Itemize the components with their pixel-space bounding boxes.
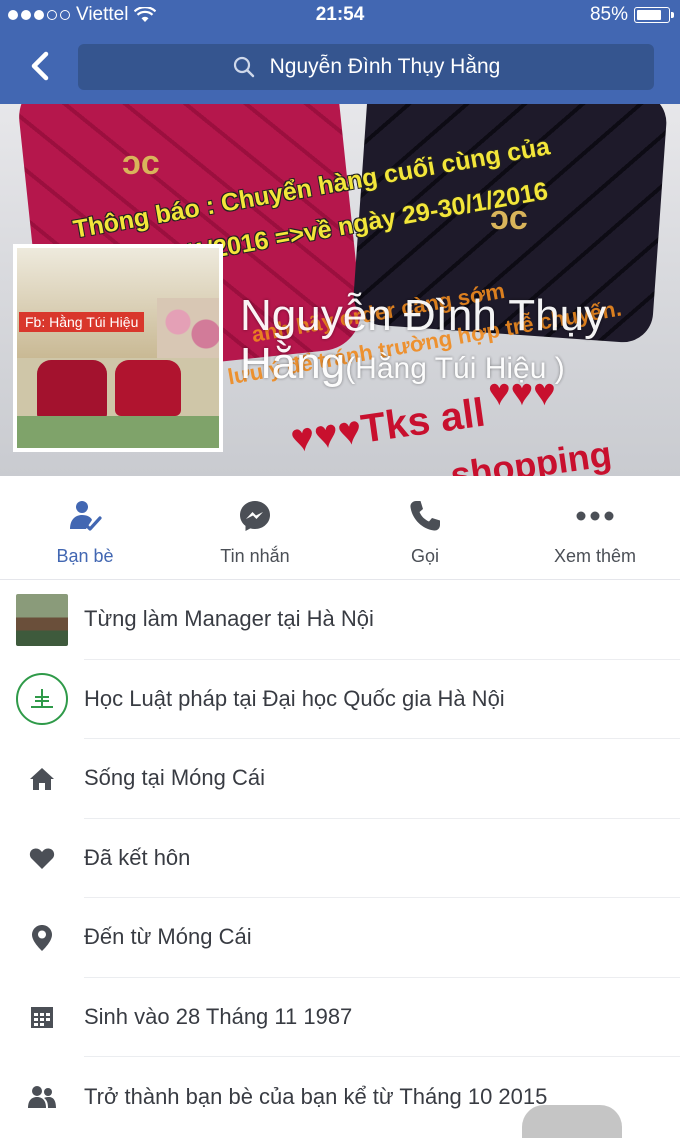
search-text: Nguyễn Đình Thụy Hằng	[269, 55, 501, 78]
location-pin-icon	[0, 924, 84, 952]
more-label: Xem thêm	[553, 546, 637, 566]
messenger-icon	[235, 496, 275, 536]
chevron-left-icon	[31, 51, 49, 81]
info-item-text: Từng làm Manager tại Hà Nội	[84, 580, 680, 660]
info-item-relationship[interactable]: Đã kết hôn	[0, 819, 680, 898]
profile-actions: Bạn bè Tin nhắn Gọi Xem thêm	[0, 476, 680, 580]
profile-picture-label: Fb: Hằng Túi Hiệu	[19, 312, 145, 332]
battery-status: 85%	[589, 4, 674, 26]
message-button[interactable]: Tin nhắn	[170, 476, 340, 579]
call-button[interactable]: Gọi	[340, 476, 510, 579]
back-button[interactable]	[20, 46, 60, 86]
info-item-birthday[interactable]: Sinh vào 28 Tháng 11 1987	[0, 978, 680, 1057]
school-logo	[16, 673, 68, 726]
info-item-text: Đến từ Móng Cái	[84, 898, 680, 978]
cover-shopping-text: shopping	[447, 432, 614, 476]
navigation-bar: Nguyễn Đình Thụy Hằng	[0, 30, 680, 104]
clock: 21:54	[315, 4, 365, 25]
message-label: Tin nhắn	[220, 546, 290, 566]
battery-icon	[634, 7, 674, 23]
info-item-lives-in[interactable]: Sống tại Móng Cái	[0, 739, 680, 819]
home-icon	[0, 766, 84, 792]
status-bar: Viettel 21:54 85%	[0, 0, 680, 30]
profile-info-list: Từng làm Manager tại Hà Nội Học Luật phá…	[0, 580, 680, 1137]
cover-thanks-text: ♥♥♥Tks all	[287, 390, 488, 462]
friends-since-icon	[0, 1085, 84, 1109]
assistive-touch-button[interactable]	[522, 1105, 622, 1138]
search-bar[interactable]: Nguyễn Đình Thụy Hằng	[78, 44, 654, 90]
info-item-text: Sống tại Móng Cái	[84, 739, 680, 819]
friends-label: Bạn bè	[56, 546, 114, 566]
phone-icon	[405, 496, 445, 536]
heart-icon	[0, 846, 84, 870]
call-label: Gọi	[410, 546, 439, 566]
profile-name-line-1: Nguyễn Đình Thụy	[240, 291, 607, 340]
info-item-education[interactable]: Học Luật pháp tại Đại học Quốc gia Hà Nộ…	[0, 660, 680, 739]
more-button[interactable]: Xem thêm	[510, 476, 680, 579]
profile-picture[interactable]: Fb: Hằng Túi Hiệu	[13, 244, 223, 452]
info-item-text: Đã kết hôn	[84, 819, 680, 898]
profile-name-line-2: Hằng	[240, 339, 346, 388]
battery-percent: 85%	[589, 4, 628, 25]
info-item-hometown[interactable]: Đến từ Móng Cái	[0, 898, 680, 978]
work-thumbnail	[16, 593, 68, 646]
info-item-work[interactable]: Từng làm Manager tại Hà Nội	[0, 580, 680, 660]
calendar-icon	[0, 1005, 84, 1029]
info-item-text: Sinh vào 28 Tháng 11 1987	[84, 978, 680, 1057]
search-icon	[233, 56, 254, 78]
hearts-decoration: ♥♥♥	[488, 372, 556, 414]
cover-photo[interactable]: ↄc ↄc Thông báo : Chuyển hàng cuối cùng …	[0, 104, 680, 476]
more-icon	[575, 496, 615, 536]
chanel-logo: ↄc	[122, 144, 160, 182]
info-item-text: Học Luật pháp tại Đại học Quốc gia Hà Nộ…	[84, 660, 680, 739]
friends-icon	[65, 496, 105, 536]
friends-button[interactable]: Bạn bè	[0, 476, 170, 579]
